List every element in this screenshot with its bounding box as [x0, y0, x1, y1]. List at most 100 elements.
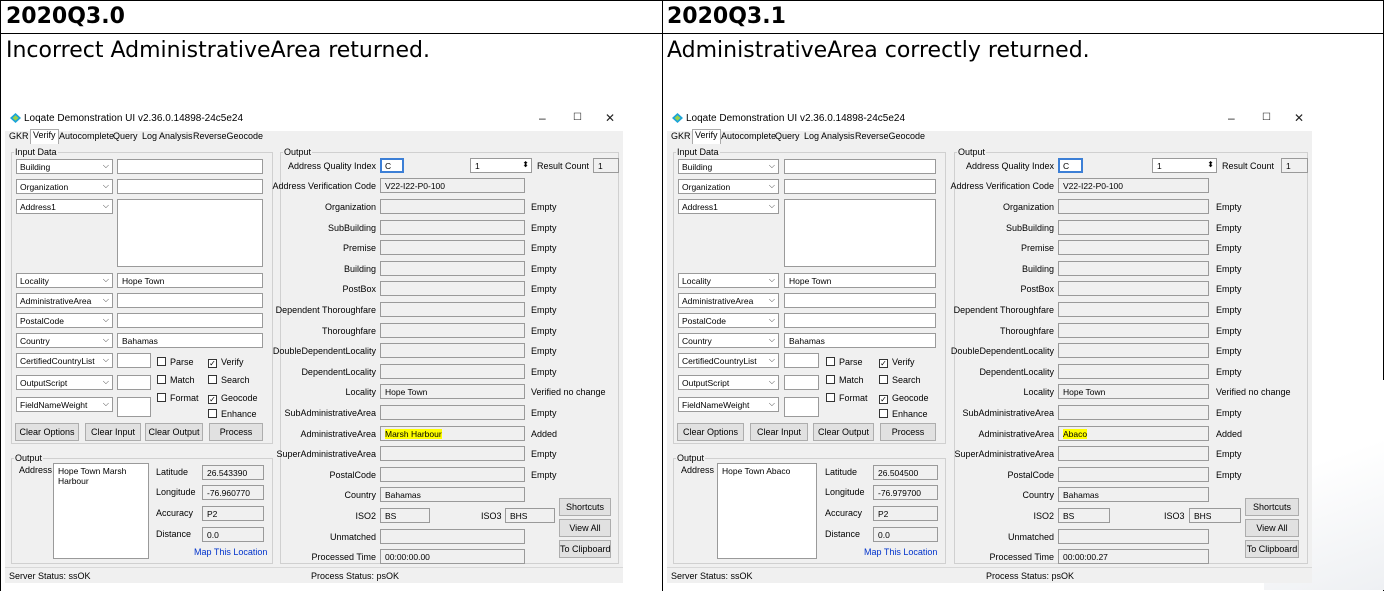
checkbox-box[interactable]: ✓: [879, 359, 888, 368]
checkbox-box[interactable]: [826, 357, 835, 366]
aqi-field[interactable]: C: [1058, 158, 1083, 173]
checkbox-search[interactable]: Search: [879, 375, 921, 385]
checkbox-box[interactable]: [208, 375, 217, 384]
button-shortcuts[interactable]: Shortcuts: [1245, 498, 1299, 516]
checkbox-box[interactable]: [157, 393, 166, 402]
input-combo-country[interactable]: Country ⌵: [678, 333, 779, 348]
option-value-field[interactable]: [117, 397, 151, 417]
input-field-building[interactable]: [784, 159, 936, 174]
input-combo-administrativearea[interactable]: AdministrativeArea ⌵: [678, 293, 779, 308]
input-combo-organization[interactable]: Organization ⌵: [16, 179, 113, 194]
option-combo-certifiedcountrylist[interactable]: CertifiedCountryList ⌵: [678, 353, 779, 368]
input-field-organization[interactable]: [117, 179, 263, 194]
input-combo-locality[interactable]: Locality ⌵: [16, 273, 113, 288]
tab-gkr[interactable]: GKR: [7, 131, 31, 144]
checkbox-box[interactable]: [157, 375, 166, 384]
option-value-field[interactable]: [117, 375, 151, 390]
input-combo-administrativearea[interactable]: AdministrativeArea ⌵: [16, 293, 113, 308]
input-field-address1[interactable]: [117, 199, 263, 267]
checkbox-box[interactable]: ✓: [208, 359, 217, 368]
tab-log-analysis[interactable]: Log Analysis: [140, 131, 195, 144]
maximize-button[interactable]: ☐: [573, 112, 582, 123]
tab-verify[interactable]: Verify: [692, 129, 721, 144]
button-clear-options[interactable]: Clear Options: [677, 423, 744, 441]
checkbox-box[interactable]: [879, 409, 888, 418]
minimize-button[interactable]: –: [1228, 111, 1235, 125]
spinner-arrows-icon[interactable]: ⬍: [1207, 160, 1214, 169]
input-field-country[interactable]: Bahamas: [117, 333, 263, 348]
maximize-button[interactable]: ☐: [1262, 112, 1271, 123]
checkbox-geocode[interactable]: ✓ Geocode: [879, 393, 929, 404]
input-field-postalcode[interactable]: [784, 313, 936, 328]
checkbox-box[interactable]: [157, 357, 166, 366]
checkbox-box[interactable]: [208, 409, 217, 418]
checkbox-box[interactable]: [879, 375, 888, 384]
checkbox-search[interactable]: Search: [208, 375, 250, 385]
checkbox-match[interactable]: Match: [157, 375, 195, 385]
button-shortcuts[interactable]: Shortcuts: [559, 498, 611, 516]
checkbox-box[interactable]: ✓: [879, 395, 888, 404]
input-combo-organization[interactable]: Organization ⌵: [678, 179, 779, 194]
input-field-address1[interactable]: [784, 199, 936, 267]
input-combo-address1[interactable]: Address1 ⌵: [678, 199, 779, 214]
aqi-field[interactable]: C: [380, 158, 404, 173]
option-combo-fieldnameweight[interactable]: FieldNameWeight ⌵: [678, 397, 779, 412]
button-clear-input[interactable]: Clear Input: [85, 423, 141, 441]
checkbox-verify[interactable]: ✓ Verify: [208, 357, 244, 368]
checkbox-box[interactable]: ✓: [208, 395, 217, 404]
input-field-locality[interactable]: Hope Town: [784, 273, 936, 288]
tab-verify[interactable]: Verify: [30, 129, 59, 144]
spinner-arrows-icon[interactable]: ⬍: [522, 160, 529, 169]
tab-autocomplete[interactable]: Autocomplete: [719, 131, 778, 144]
checkbox-enhance[interactable]: Enhance: [879, 409, 928, 419]
tab-log-analysis[interactable]: Log Analysis: [802, 131, 857, 144]
option-combo-fieldnameweight[interactable]: FieldNameWeight ⌵: [16, 397, 113, 412]
button-clear-output[interactable]: Clear Output: [145, 423, 203, 441]
checkbox-parse[interactable]: Parse: [157, 357, 194, 367]
input-field-organization[interactable]: [784, 179, 936, 194]
option-combo-certifiedcountrylist[interactable]: CertifiedCountryList ⌵: [16, 353, 113, 368]
tab-autocomplete[interactable]: Autocomplete: [57, 131, 116, 144]
minimize-button[interactable]: –: [539, 111, 546, 125]
checkbox-verify[interactable]: ✓ Verify: [879, 357, 915, 368]
button-to-clipboard[interactable]: To Clipboard: [559, 540, 611, 558]
option-value-field[interactable]: [784, 375, 819, 390]
button-clear-options[interactable]: Clear Options: [15, 423, 79, 441]
button-clear-input[interactable]: Clear Input: [750, 423, 808, 441]
close-button[interactable]: ✕: [1294, 111, 1304, 125]
input-combo-postalcode[interactable]: PostalCode ⌵: [678, 313, 779, 328]
result-number-spinner[interactable]: 1 ⬍: [470, 158, 532, 173]
tab-reversegeocode[interactable]: ReverseGeocode: [853, 131, 927, 144]
input-combo-country[interactable]: Country ⌵: [16, 333, 113, 348]
checkbox-format[interactable]: Format: [157, 393, 199, 403]
input-combo-building[interactable]: Building ⌵: [678, 159, 779, 174]
close-button[interactable]: ✕: [605, 111, 615, 125]
input-field-country[interactable]: Bahamas: [784, 333, 936, 348]
tab-query[interactable]: Query: [111, 131, 140, 144]
button-view-all[interactable]: View All: [559, 519, 611, 537]
result-number-spinner[interactable]: 1 ⬍: [1152, 158, 1217, 173]
input-combo-building[interactable]: Building ⌵: [16, 159, 113, 174]
option-value-field[interactable]: [784, 353, 819, 368]
tab-query[interactable]: Query: [773, 131, 802, 144]
checkbox-parse[interactable]: Parse: [826, 357, 863, 367]
checkbox-box[interactable]: [826, 375, 835, 384]
option-value-field[interactable]: [784, 397, 819, 417]
tab-gkr[interactable]: GKR: [669, 131, 693, 144]
button-to-clipboard[interactable]: To Clipboard: [1245, 540, 1299, 558]
option-value-field[interactable]: [117, 353, 151, 368]
input-field-administrativearea[interactable]: [784, 293, 936, 308]
checkbox-box[interactable]: [826, 393, 835, 402]
input-field-locality[interactable]: Hope Town: [117, 273, 263, 288]
input-field-postalcode[interactable]: [117, 313, 263, 328]
button-clear-output[interactable]: Clear Output: [813, 423, 874, 441]
option-combo-outputscript[interactable]: OutputScript ⌵: [678, 375, 779, 390]
option-combo-outputscript[interactable]: OutputScript ⌵: [16, 375, 113, 390]
input-combo-locality[interactable]: Locality ⌵: [678, 273, 779, 288]
input-combo-postalcode[interactable]: PostalCode ⌵: [16, 313, 113, 328]
checkbox-format[interactable]: Format: [826, 393, 868, 403]
input-combo-address1[interactable]: Address1 ⌵: [16, 199, 113, 214]
input-field-administrativearea[interactable]: [117, 293, 263, 308]
input-field-building[interactable]: [117, 159, 263, 174]
tab-reversegeocode[interactable]: ReverseGeocode: [191, 131, 265, 144]
